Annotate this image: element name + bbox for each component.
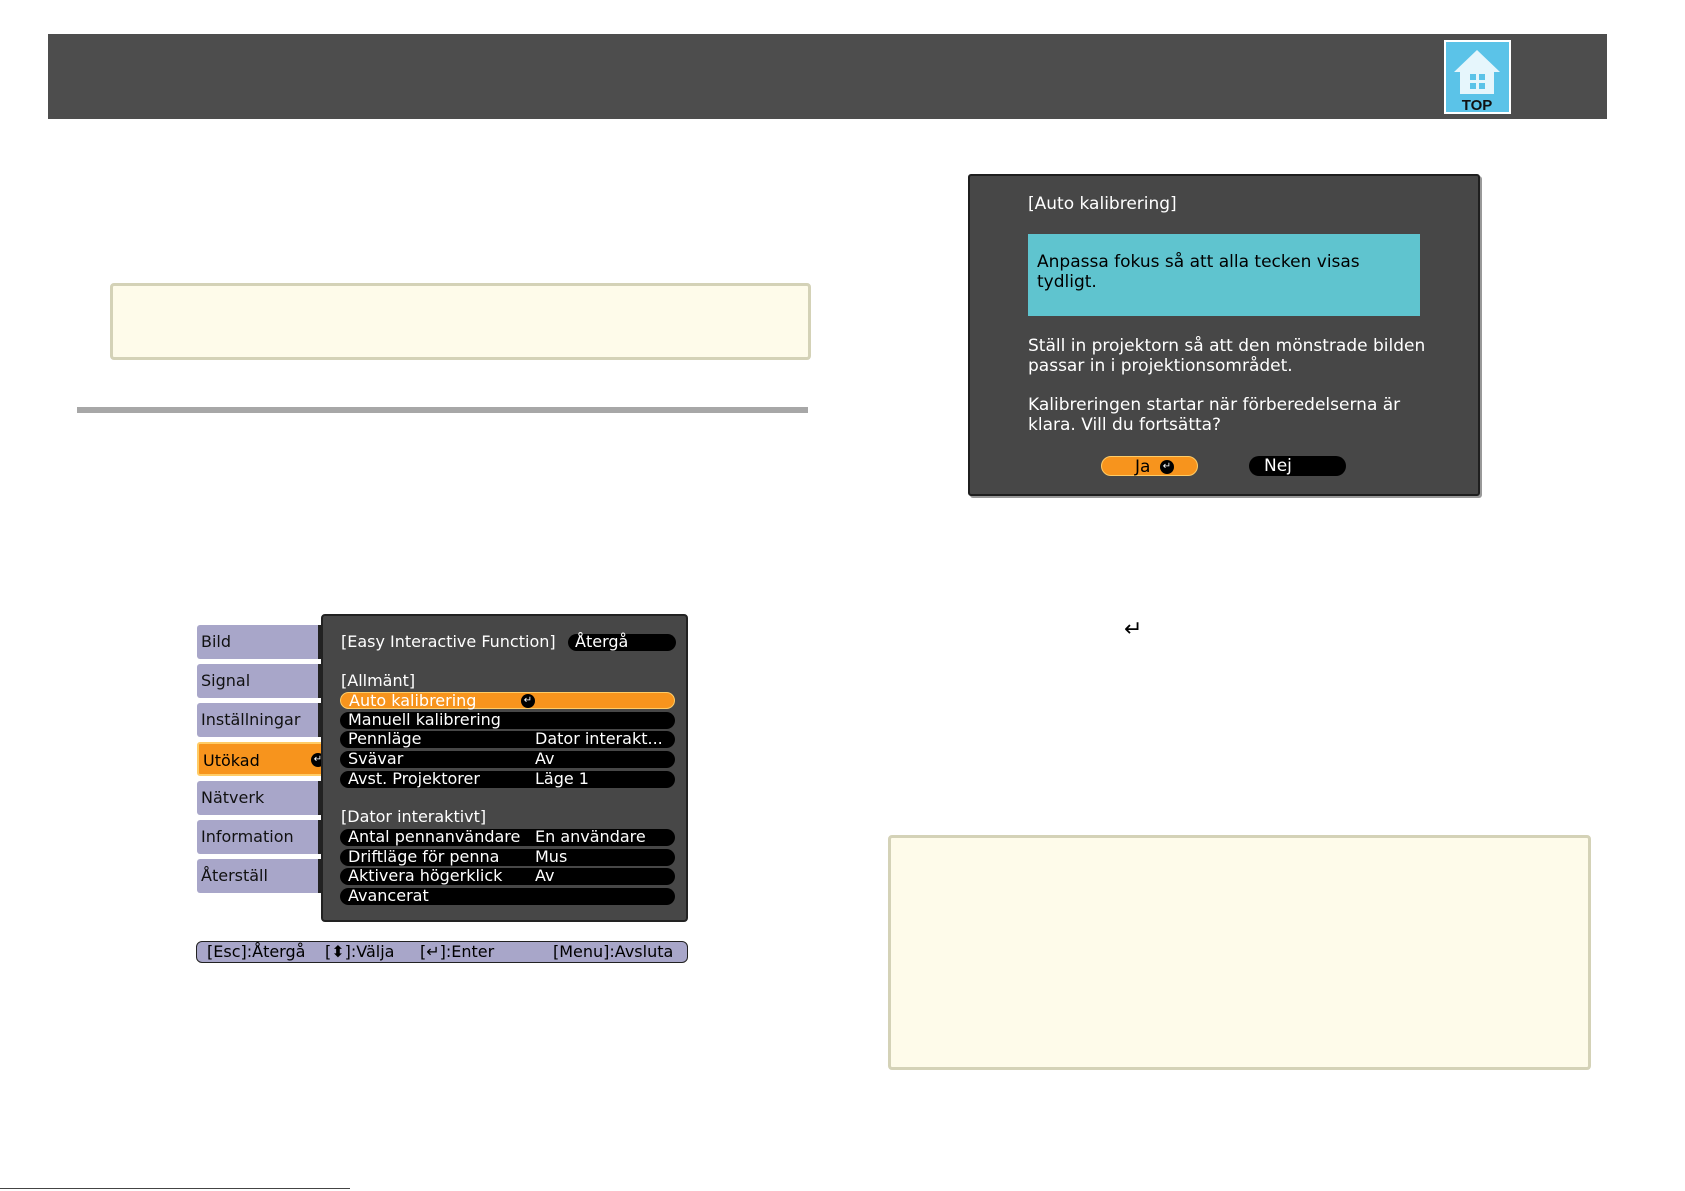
menu-item-utokad[interactable]: Utökad ↵ — [197, 742, 331, 776]
menu-item-installningar[interactable]: Inställningar — [197, 703, 323, 737]
menu-row-aktivera-hogerklick[interactable]: Aktivera högerklick Av — [340, 866, 675, 885]
row-value: Av — [535, 866, 555, 885]
row-value: Läge 1 — [535, 769, 589, 788]
menu-row-antal-pennanvandare[interactable]: Antal pennanvändare En användare — [340, 827, 675, 846]
enter-icon: ↵ — [1160, 460, 1174, 474]
dialog-paragraph-1: Ställ in projektorn så att den mönstrade… — [1028, 336, 1426, 376]
status-enter: [↵]:Enter — [420, 942, 495, 961]
menu-item-utokad-label: Utökad — [203, 751, 260, 770]
back-button-label: Återgå — [575, 632, 629, 651]
yes-button-label: Ja — [1135, 457, 1151, 477]
menu-item-signal[interactable]: Signal — [197, 664, 323, 698]
dialog-highlight-box: Anpassa fokus så att alla tecken visas t… — [1028, 234, 1420, 316]
row-label: Auto kalibrering — [349, 691, 477, 710]
row-value: En användare — [535, 827, 646, 846]
row-label: Driftläge för penna — [348, 847, 500, 866]
row-label: Aktivera högerklick — [348, 866, 503, 885]
menu-row-svavar[interactable]: Svävar Av — [340, 749, 675, 768]
dialog-paragraph-2: Kalibreringen startar när förberedelsern… — [1028, 395, 1401, 435]
note-box-right — [888, 835, 1591, 1070]
no-button[interactable]: Nej — [1249, 456, 1346, 476]
row-label: Antal pennanvändare — [348, 827, 521, 846]
page-header — [48, 34, 1607, 119]
menu-row-driftlage-for-penna[interactable]: Driftläge för penna Mus — [340, 847, 675, 866]
section-dator-interaktivt: [Dator interaktivt] — [341, 807, 487, 826]
back-button[interactable]: Återgå — [568, 632, 676, 651]
dialog-highlight-text: Anpassa fokus så att alla tecken visas t… — [1037, 252, 1360, 292]
enter-icon: ↵ — [521, 694, 535, 708]
panel-title: [Easy Interactive Function] — [341, 632, 556, 651]
menu-row-manuell-kalibrering[interactable]: Manuell kalibrering — [340, 710, 675, 729]
footer-line — [0, 1188, 350, 1189]
top-icon-label: TOP — [1462, 97, 1493, 114]
no-button-label: Nej — [1264, 456, 1292, 476]
auto-calibration-dialog: [Auto kalibrering] Anpassa fokus så att … — [968, 174, 1480, 496]
return-key-icon: ↵ — [1124, 617, 1143, 642]
menu-item-bild[interactable]: Bild — [197, 625, 323, 659]
menu-item-natverk[interactable]: Nätverk — [197, 781, 323, 815]
menu-row-pennlage[interactable]: Pennläge Dator interakt... — [340, 729, 675, 748]
row-label: Pennläge — [348, 729, 422, 748]
row-label: Svävar — [348, 749, 404, 768]
menu-row-avst-projektorer[interactable]: Avst. Projektorer Läge 1 — [340, 769, 675, 788]
status-select: [⬍]:Välja — [325, 942, 395, 961]
menu-row-avancerat[interactable]: Avancerat — [340, 886, 675, 905]
menu-item-information[interactable]: Information — [197, 820, 323, 854]
row-value: Mus — [535, 847, 568, 866]
section-allmant: [Allmänt] — [341, 671, 416, 690]
status-esc: [Esc]:Återgå — [207, 942, 306, 961]
yes-button[interactable]: Ja ↵ — [1101, 456, 1198, 477]
row-label: Manuell kalibrering — [348, 710, 501, 729]
note-box-left — [110, 283, 811, 360]
row-label: Avancerat — [348, 886, 429, 905]
status-menu: [Menu]:Avsluta — [553, 942, 674, 961]
top-home-icon[interactable]: TOP — [1444, 40, 1511, 114]
row-value: Dator interakt... — [535, 729, 663, 748]
row-label: Avst. Projektorer — [348, 769, 480, 788]
row-value: Av — [535, 749, 555, 768]
menu-statusbar: [Esc]:Återgå [⬍]:Välja [↵]:Enter [Menu]:… — [196, 941, 688, 963]
dialog-title: [Auto kalibrering] — [1028, 194, 1177, 214]
menu-row-auto-kalibrering[interactable]: Auto kalibrering ↵ — [340, 691, 675, 710]
menu-item-aterstall[interactable]: Återställ — [197, 859, 323, 893]
section-divider — [77, 407, 808, 413]
